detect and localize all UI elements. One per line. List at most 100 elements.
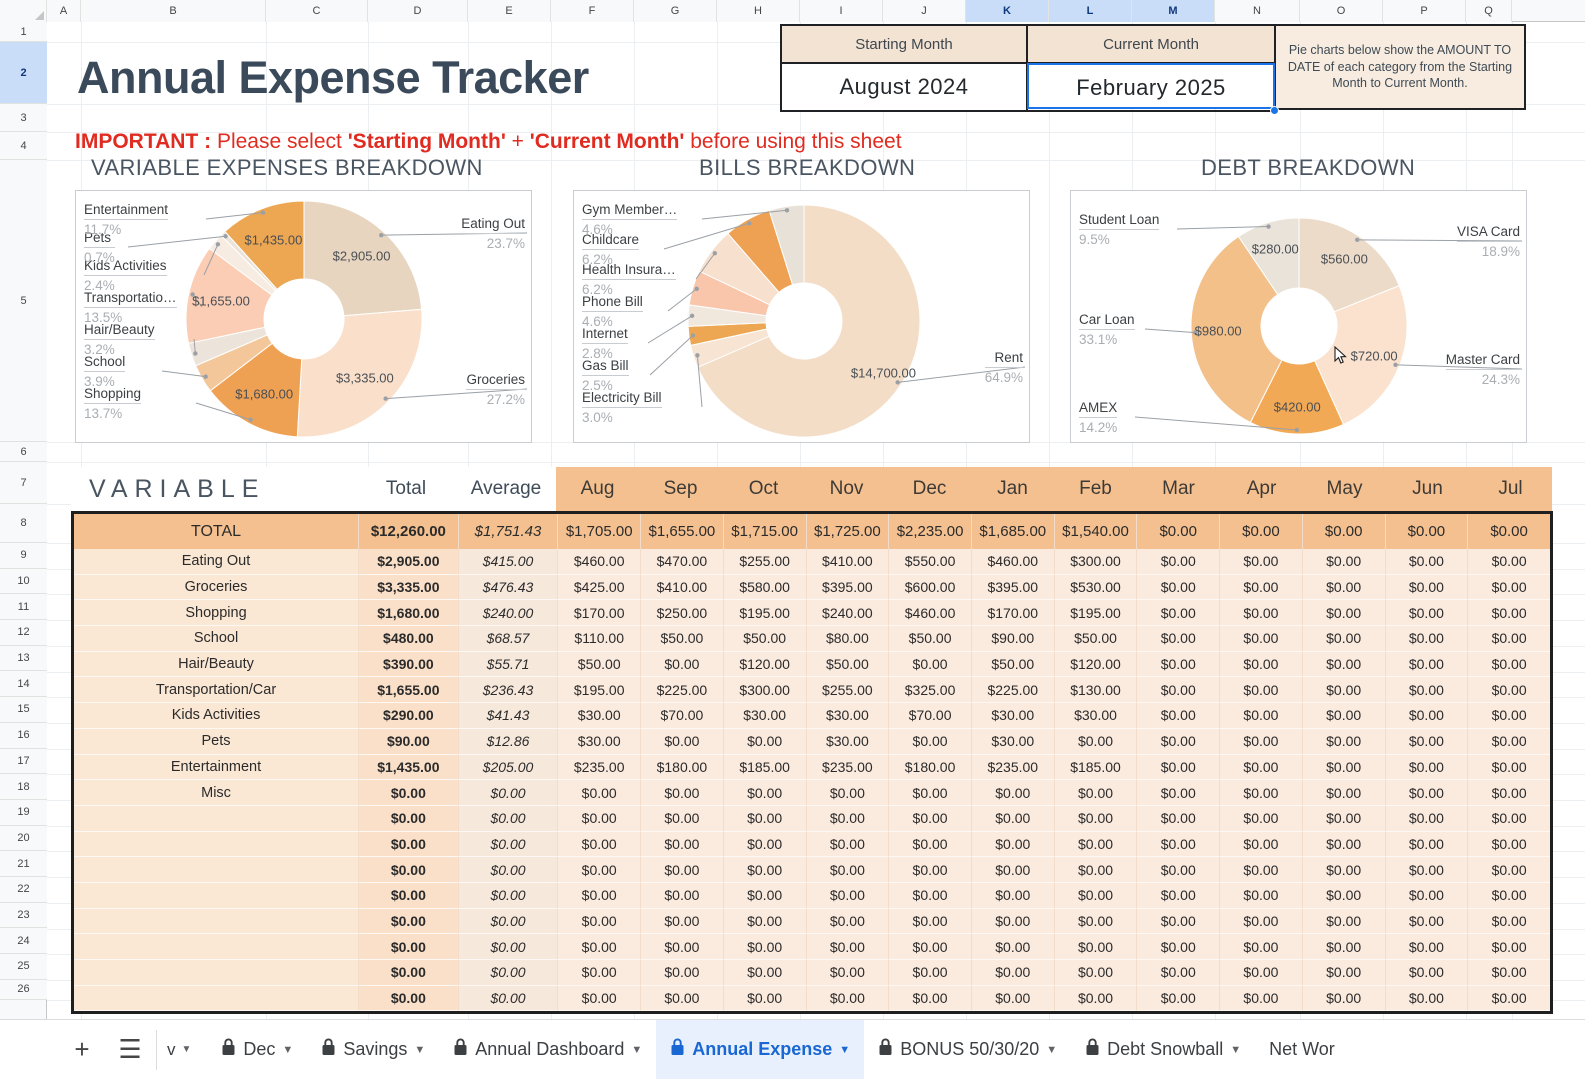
row-header-5[interactable]: 5 — [0, 160, 47, 442]
cell-month-jul[interactable]: $0.00 — [1467, 626, 1550, 652]
cell-month-may[interactable]: $0.00 — [1301, 677, 1385, 704]
cell-total[interactable]: $3,335.00 — [358, 574, 458, 601]
column-header-j[interactable]: J — [883, 0, 966, 22]
cell-month-jul[interactable]: $0.00 — [1467, 805, 1550, 832]
row-header-17[interactable]: 17 — [0, 748, 47, 775]
cell-month-nov[interactable]: $0.00 — [805, 934, 889, 960]
column-header-q[interactable]: Q — [1466, 0, 1512, 22]
cell-month-oct[interactable]: $300.00 — [722, 677, 806, 704]
cell-month-mar[interactable]: $0.00 — [1136, 574, 1220, 601]
cell-month-mar[interactable]: $0.00 — [1136, 651, 1220, 678]
cell-month-mar[interactable]: $0.00 — [1136, 754, 1220, 781]
cell-category[interactable]: School — [74, 626, 359, 652]
cell-month-oct[interactable]: $0.00 — [722, 857, 806, 883]
column-header-i[interactable]: I — [800, 0, 883, 22]
cell-month-feb[interactable]: $0.00 — [1053, 857, 1137, 883]
cell-month-feb[interactable]: $0.00 — [1053, 960, 1137, 986]
row-header-10[interactable]: 10 — [0, 568, 47, 595]
cell-month-feb[interactable]: $0.00 — [1053, 985, 1137, 1012]
cell-total[interactable]: $390.00 — [358, 651, 458, 678]
cell-month-sep[interactable]: $0.00 — [640, 831, 723, 858]
cell-month-may[interactable]: $0.00 — [1301, 549, 1385, 575]
cell-month-jan[interactable]: $395.00 — [970, 574, 1054, 601]
cell-total[interactable]: $0.00 — [358, 985, 458, 1012]
cell-month-may[interactable]: $0.00 — [1301, 934, 1385, 960]
cell-average[interactable]: $0.00 — [457, 985, 558, 1012]
chart-panel-variable[interactable]: $2,905.00 $3,335.00 $1,680.00 $1,655.00 $1,4… — [75, 190, 532, 443]
row-header-14[interactable]: 14 — [0, 671, 47, 698]
cell-month-apr[interactable]: $0.00 — [1219, 514, 1302, 549]
cell-total[interactable]: $0.00 — [358, 831, 458, 858]
table-row[interactable]: $0.00 $0.00 $0.00 $0.00 $0.00 $0.00 $0.00 $0.00… — [74, 857, 1550, 883]
table-row[interactable]: Pets $90.00 $12.86 $30.00 $0.00 $0.00 $30.00 $0… — [74, 728, 1550, 755]
cell-month-feb[interactable]: $0.00 — [1053, 805, 1137, 832]
table-row[interactable]: Hair/Beauty $390.00 $55.71 $50.00 $0.00 $120.… — [74, 651, 1550, 678]
cell-category[interactable]: TOTAL — [74, 514, 359, 549]
cell-month-jul[interactable]: $0.00 — [1467, 754, 1550, 781]
cell-month-jun[interactable]: $0.00 — [1384, 703, 1468, 729]
cell-month-mar[interactable]: $0.00 — [1136, 626, 1220, 652]
chevron-down-icon[interactable]: ▼ — [839, 1044, 850, 1056]
cell-month-jan[interactable]: $0.00 — [970, 934, 1054, 960]
cell-month-dec[interactable]: $0.00 — [888, 805, 971, 832]
cell-total[interactable]: $480.00 — [358, 626, 458, 652]
cell-month-sep[interactable]: $50.00 — [640, 626, 723, 652]
cell-month-dec[interactable]: $600.00 — [888, 574, 971, 601]
cell-month-jan[interactable]: $1,685.00 — [970, 514, 1054, 549]
cell-average[interactable]: $236.43 — [457, 677, 558, 704]
cell-month-jan[interactable]: $235.00 — [970, 754, 1054, 781]
add-sheet-button[interactable]: + — [60, 1028, 104, 1072]
cell-month-sep[interactable]: $225.00 — [640, 677, 723, 704]
row-header-9[interactable]: 9 — [0, 543, 47, 569]
cell-month-nov[interactable]: $0.00 — [805, 857, 889, 883]
column-header-a[interactable]: A — [47, 0, 81, 22]
column-header-c[interactable]: C — [266, 0, 368, 22]
cell-month-oct[interactable]: $0.00 — [722, 728, 806, 755]
cell-month-aug[interactable]: $0.00 — [557, 908, 641, 935]
cell-month-jun[interactable]: $0.00 — [1384, 780, 1468, 806]
cell-month-sep[interactable]: $0.00 — [640, 985, 723, 1012]
cell-month-nov[interactable]: $0.00 — [805, 780, 889, 806]
cell-month-oct[interactable]: $0.00 — [722, 831, 806, 858]
cell-month-dec[interactable]: $0.00 — [888, 882, 971, 909]
cell-category[interactable]: Misc — [74, 780, 359, 806]
cell-average[interactable]: $41.43 — [457, 703, 558, 729]
cell-month-mar[interactable]: $0.00 — [1136, 514, 1220, 549]
cell-month-oct[interactable]: $1,715.00 — [722, 514, 806, 549]
cell-month-jun[interactable]: $0.00 — [1384, 514, 1468, 549]
cell-total[interactable]: $0.00 — [358, 908, 458, 935]
table-total-row[interactable]: TOTAL $12,260.00 $1,751.43 $1,705.00 $1,655.… — [74, 514, 1550, 549]
cell-month-mar[interactable]: $0.00 — [1136, 985, 1220, 1012]
cell-month-jul[interactable]: $0.00 — [1467, 831, 1550, 858]
cell-month-apr[interactable]: $0.00 — [1219, 677, 1302, 704]
cell-month-oct[interactable]: $0.00 — [722, 908, 806, 935]
cell-month-jan[interactable]: $30.00 — [970, 703, 1054, 729]
cell-month-jun[interactable]: $0.00 — [1384, 677, 1468, 704]
cell-month-sep[interactable]: $0.00 — [640, 960, 723, 986]
cell-month-aug[interactable]: $1,705.00 — [557, 514, 641, 549]
cell-month-aug[interactable]: $195.00 — [557, 677, 641, 704]
cell-month-sep[interactable]: $0.00 — [640, 857, 723, 883]
row-header-11[interactable]: 11 — [0, 594, 47, 621]
cell-month-feb[interactable]: $30.00 — [1053, 703, 1137, 729]
cell-month-feb[interactable]: $530.00 — [1053, 574, 1137, 601]
chevron-down-icon[interactable]: ▼ — [282, 1044, 293, 1056]
all-sheets-icon[interactable]: ☰ — [108, 1028, 152, 1072]
cell-total[interactable]: $2,905.00 — [358, 549, 458, 575]
sheet-tab-dec[interactable]: Dec ▼ — [207, 1020, 307, 1079]
cell-month-dec[interactable]: $0.00 — [888, 960, 971, 986]
cell-category[interactable]: Pets — [74, 728, 359, 755]
cell-month-apr[interactable]: $0.00 — [1219, 754, 1302, 781]
cell-month-aug[interactable]: $0.00 — [557, 934, 641, 960]
cell-month-jun[interactable]: $0.00 — [1384, 626, 1468, 652]
cell-month-aug[interactable]: $30.00 — [557, 728, 641, 755]
cell-month-mar[interactable]: $0.00 — [1136, 805, 1220, 832]
cell-month-apr[interactable]: $0.00 — [1219, 703, 1302, 729]
cell-month-may[interactable]: $0.00 — [1301, 805, 1385, 832]
cell-month-jan[interactable]: $0.00 — [970, 882, 1054, 909]
cell-month-sep[interactable]: $70.00 — [640, 703, 723, 729]
cell-month-nov[interactable]: $395.00 — [805, 574, 889, 601]
cell-month-jul[interactable]: $0.00 — [1467, 677, 1550, 704]
cell-total[interactable]: $0.00 — [358, 882, 458, 909]
selection-handle[interactable] — [1270, 106, 1279, 115]
